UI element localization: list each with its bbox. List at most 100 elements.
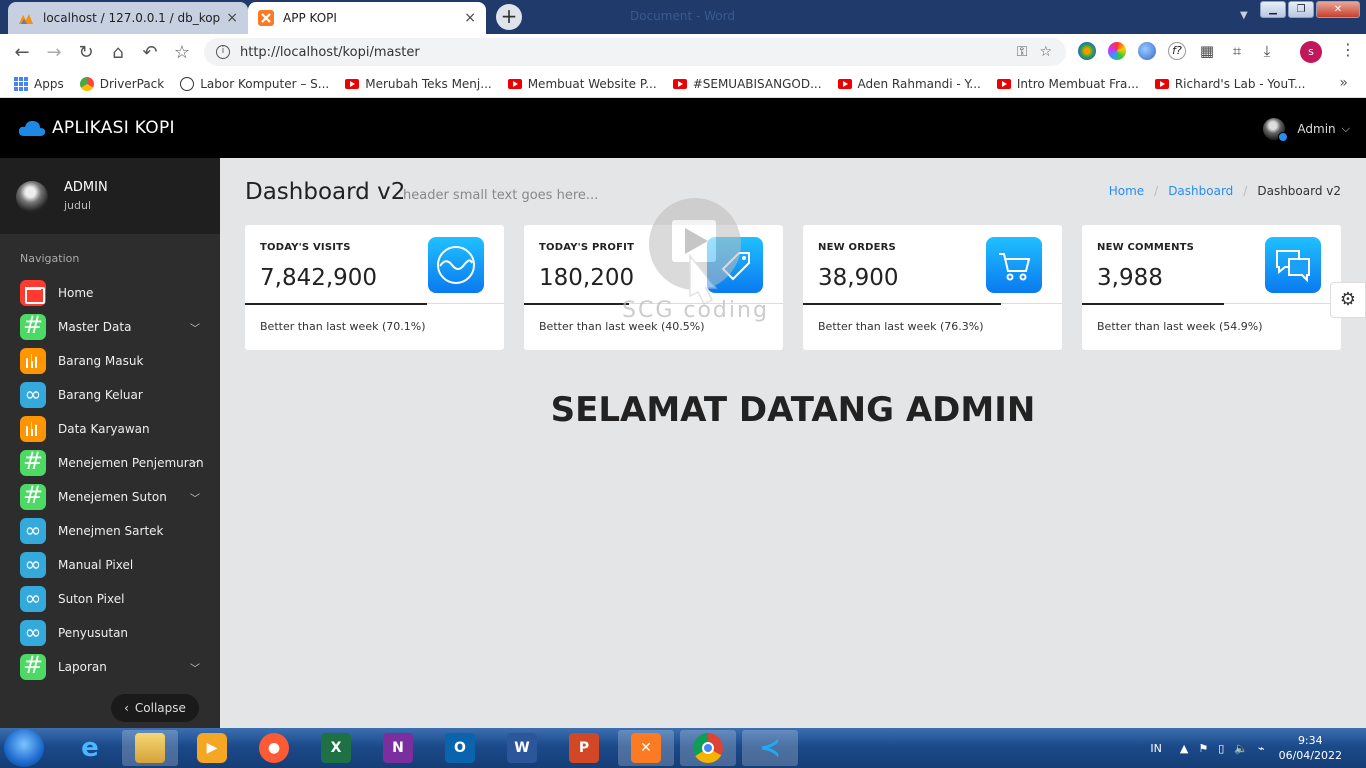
minimize-button[interactable]: ▁	[1260, 1, 1286, 18]
back-icon[interactable]: ←	[6, 42, 38, 63]
bookmark-item[interactable]: Intro Membuat Fra...	[996, 77, 1139, 91]
sidebar-item-menejemen-suton[interactable]: Menejemen Suton ﹀	[0, 480, 220, 514]
bookmark-item[interactable]: Aden Rahmandi - Y...	[837, 77, 981, 91]
user-menu[interactable]: Admin ⌵	[1263, 118, 1350, 142]
maximize-button[interactable]: ❐	[1288, 1, 1314, 18]
taskbar-outlook[interactable]: O	[432, 730, 488, 766]
undo-icon[interactable]: ↶	[134, 42, 166, 63]
nav-header: Navigation	[20, 252, 80, 265]
breadcrumb-dashboard[interactable]: Dashboard	[1168, 184, 1233, 198]
taskbar-media[interactable]: ▶	[184, 730, 240, 766]
browser-menu-icon[interactable]: ⋮	[1340, 40, 1356, 59]
stat-label: NEW COMMENTS	[1097, 242, 1195, 253]
key-icon[interactable]: ⚿	[1017, 44, 1028, 60]
sidebar-item-menejemen-penjemuran[interactable]: Menejemen Penjemuran﹀	[0, 446, 220, 480]
sidebar-item-laporan[interactable]: Laporan ﹀	[0, 650, 220, 684]
window-title: Document - Word	[630, 9, 735, 23]
taskbar-explorer[interactable]	[122, 730, 178, 766]
tab-close-icon[interactable]: ×	[464, 10, 476, 26]
taskbar-excel[interactable]: X	[308, 730, 364, 766]
extension-globe-icon[interactable]	[1078, 42, 1096, 60]
taskbar-powerpoint[interactable]: P	[556, 730, 612, 766]
sidebar-item-menejmen-sartek[interactable]: Menejmen Sartek	[0, 514, 220, 548]
taskbar-screen-recorder[interactable]: ●	[246, 730, 302, 766]
taskbar-ie[interactable]: e	[62, 730, 118, 766]
tab-search-icon[interactable]: ▼	[1240, 10, 1248, 21]
bar-chart-icon	[20, 348, 46, 374]
home-icon[interactable]: ⌂	[102, 42, 134, 63]
taskbar-word[interactable]: W	[494, 730, 550, 766]
show-hidden-icons-icon[interactable]: ▲	[1180, 742, 1188, 755]
battery-icon[interactable]: ▯	[1218, 742, 1224, 755]
reload-icon[interactable]: ↻	[70, 42, 102, 63]
sidebar-item-home[interactable]: Home	[0, 276, 220, 310]
start-button[interactable]	[4, 729, 44, 767]
bookmark-item[interactable]: Membuat Website P...	[507, 77, 657, 91]
youtube-icon	[672, 78, 687, 89]
sidebar-item-master-data[interactable]: Master Data ﹀	[0, 310, 220, 344]
bookmark-item[interactable]: Apps	[14, 76, 64, 91]
tab-app-kopi[interactable]: APP KOPI ×	[248, 2, 486, 34]
profile-avatar[interactable]: s	[1300, 41, 1322, 63]
sidebar-item-label: Menejemen Penjemuran	[58, 456, 204, 470]
apps-icon	[14, 76, 28, 91]
stat-card-orders: NEW ORDERS 38,900 Better than last week …	[803, 225, 1062, 350]
sidebar-item-data-karyawan[interactable]: Data Karyawan	[0, 412, 220, 446]
stat-value: 38,900	[818, 265, 899, 291]
bookmark-star-icon[interactable]: ☆	[1039, 44, 1052, 60]
network-icon[interactable]: ⌁	[1258, 742, 1265, 755]
language-indicator[interactable]: IN	[1150, 742, 1161, 755]
powerpoint-icon: P	[569, 733, 599, 763]
extension-grid-icon[interactable]: ▦	[1198, 42, 1216, 60]
avatar	[1263, 118, 1289, 142]
page-title: Dashboard v2	[245, 179, 406, 205]
clock[interactable]: 9:34 06/04/2022	[1279, 733, 1342, 763]
folder-icon	[135, 733, 165, 763]
extension-formula-icon[interactable]: f?	[1168, 42, 1186, 60]
sidebar-item-penyusutan[interactable]: Penyusutan	[0, 616, 220, 650]
breadcrumb-home[interactable]: Home	[1109, 184, 1144, 198]
settings-gear-icon[interactable]: ⚙	[1330, 282, 1366, 318]
word-icon: W	[507, 733, 537, 763]
star-bookmark-icon[interactable]: ☆	[166, 42, 198, 63]
new-tab-button[interactable]: +	[496, 4, 522, 30]
chevron-left-icon: ‹	[124, 701, 129, 715]
extension-earth-icon[interactable]	[1138, 42, 1156, 60]
bookmark-item[interactable]: Richard's Lab - YouT...	[1154, 77, 1305, 91]
address-bar[interactable]: i http://localhost/kopi/master ⚿ ☆	[204, 38, 1066, 66]
volume-icon[interactable]: 🔈	[1234, 742, 1248, 755]
taskbar-xampp[interactable]: ✕	[618, 730, 674, 766]
sidebar-item-label: Barang Masuk	[58, 354, 144, 368]
more-bookmarks-icon[interactable]: »	[1339, 75, 1348, 91]
bookmark-item[interactable]: Merubah Teks Menj...	[345, 77, 492, 91]
download-icon[interactable]: ⤓	[1258, 42, 1276, 60]
hash-icon	[20, 447, 46, 476]
internet-explorer-icon: e	[81, 733, 99, 763]
page-subtitle: header small text goes here...	[403, 188, 599, 203]
taskbar-vscode[interactable]: ≺	[742, 730, 798, 766]
stat-footer: Better than last week (54.9%)	[1097, 320, 1263, 333]
extension-color-icon[interactable]	[1108, 42, 1126, 60]
collapse-button[interactable]: ‹ Collapse	[111, 694, 199, 722]
action-center-flag-icon[interactable]: ⚑	[1198, 742, 1208, 755]
bookmark-item[interactable]: Labor Komputer – S...	[180, 76, 329, 91]
app-brand[interactable]: APLIKASI KOPI	[18, 118, 175, 138]
sidebar-item-barang-keluar[interactable]: Barang Keluar	[0, 378, 220, 412]
outlook-icon: O	[445, 733, 475, 763]
close-window-button[interactable]: ✕	[1316, 1, 1360, 18]
forward-icon[interactable]: →	[38, 42, 70, 63]
taskbar-chrome[interactable]	[680, 730, 736, 766]
taskbar-onenote[interactable]: N	[370, 730, 426, 766]
bookmark-item[interactable]: DriverPack	[79, 76, 165, 91]
sidebar-item-suton-pixel[interactable]: Suton Pixel	[0, 582, 220, 616]
sidebar-item-barang-masuk[interactable]: Barang Masuk	[0, 344, 220, 378]
bookmark-label: DriverPack	[99, 76, 165, 91]
profile-subtitle: judul	[64, 199, 92, 212]
sidebar-item-label: Penyusutan	[58, 626, 129, 640]
tab-phpmyadmin[interactable]: localhost / 127.0.0.1 / db_kopi / t ×	[8, 2, 248, 34]
crop-icon[interactable]: ⌗	[1228, 42, 1246, 60]
site-info-icon[interactable]: i	[216, 45, 230, 59]
bookmark-item[interactable]: #SEMUABISANGOD...	[672, 77, 822, 91]
tab-close-icon[interactable]: ×	[226, 10, 238, 26]
sidebar-item-manual-pixel[interactable]: Manual Pixel	[0, 548, 220, 582]
